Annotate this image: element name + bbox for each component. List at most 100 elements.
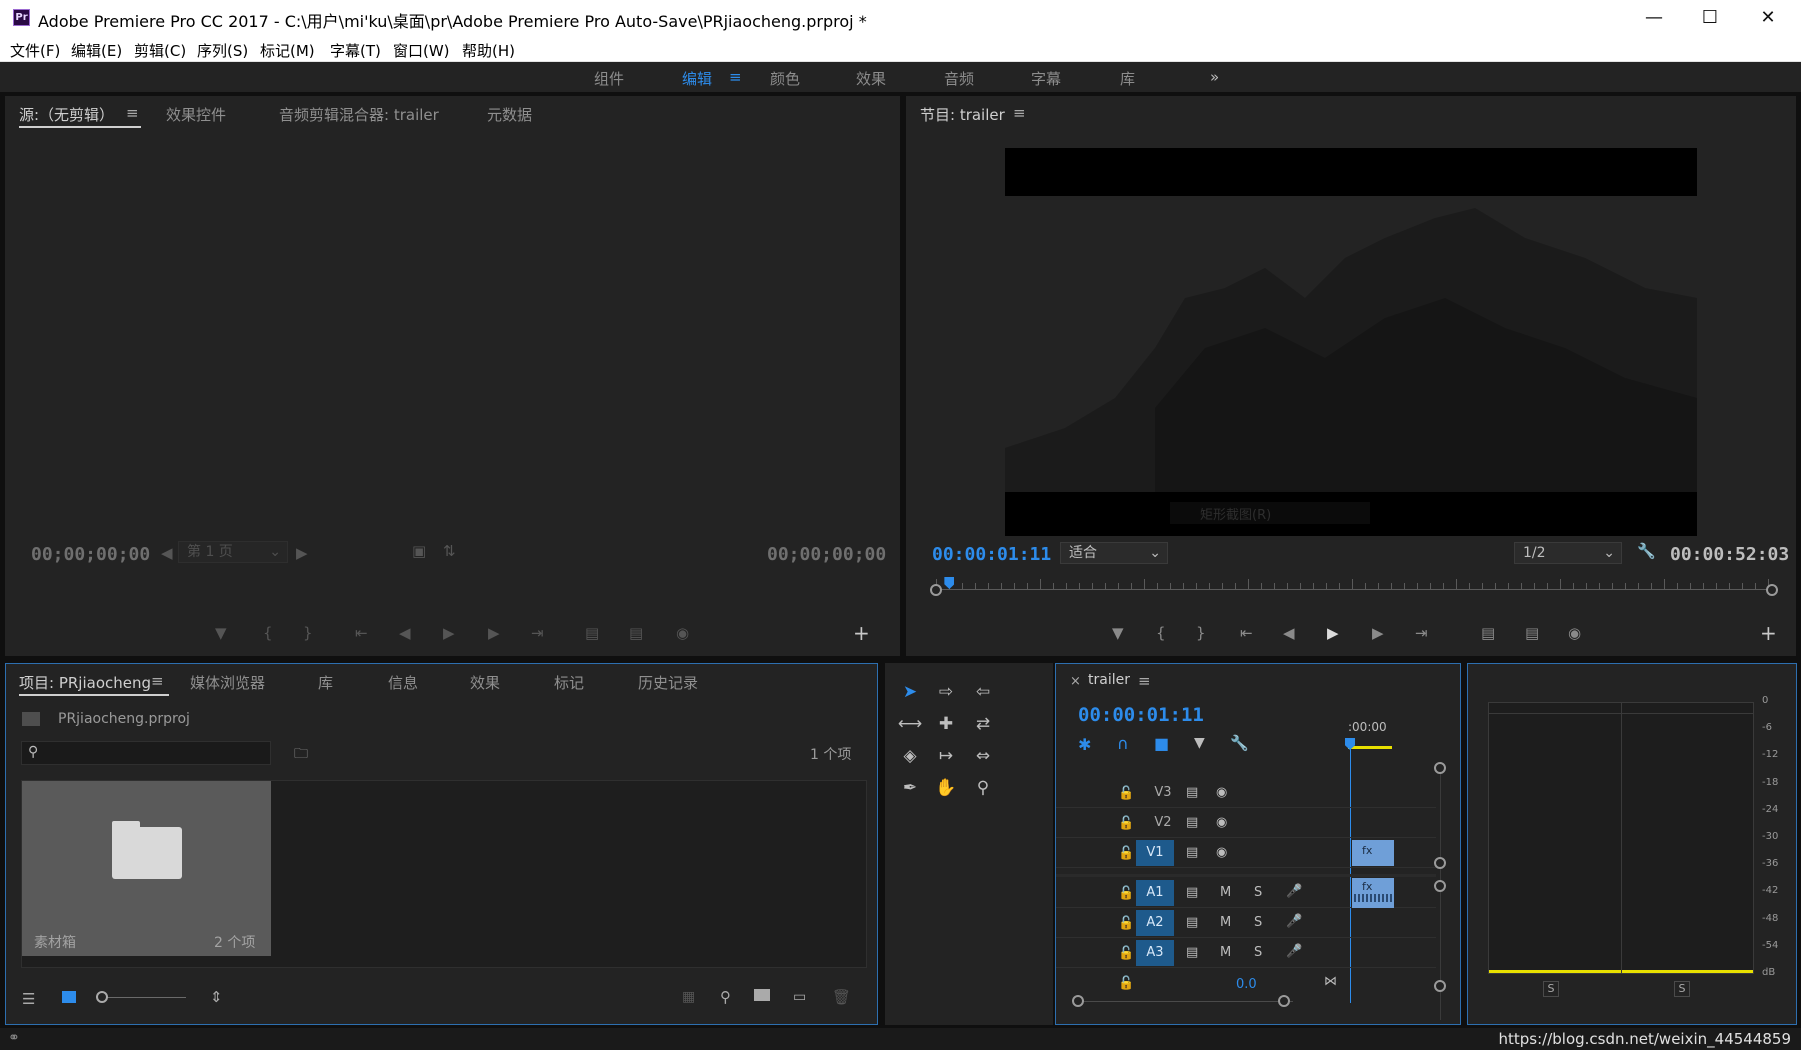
play-icon[interactable]: ▶ xyxy=(1327,624,1339,642)
scroll-handle[interactable] xyxy=(1434,980,1446,992)
menu-clip[interactable]: 剪辑(C) xyxy=(134,40,186,61)
workspace-assembly[interactable]: 组件 xyxy=(594,68,624,89)
timeline-menu-icon[interactable]: ≡ xyxy=(1138,672,1151,690)
scroll-handle[interactable] xyxy=(1434,880,1446,892)
add-button-icon[interactable]: + xyxy=(853,621,870,645)
bin-thumbnail[interactable]: 素材箱 2 个项 xyxy=(22,781,271,956)
wrench-settings-icon[interactable]: 🔧 xyxy=(1637,542,1656,560)
snap-magnet-icon[interactable]: ∩ xyxy=(1117,734,1129,753)
tab-audio-clip-mixer[interactable]: 音频剪辑混合器: trailer xyxy=(279,104,439,125)
sync-lock-icon[interactable]: ▤ xyxy=(1186,915,1198,930)
program-panel-menu-icon[interactable]: ≡ xyxy=(1013,104,1026,122)
new-bin-icon[interactable] xyxy=(754,989,770,1001)
slip-tool-icon[interactable]: ↦ xyxy=(933,743,959,769)
timeline-horizontal-scroll[interactable] xyxy=(1078,1001,1293,1002)
workspace-color[interactable]: 颜色 xyxy=(770,68,800,89)
find-icon[interactable]: ⚲ xyxy=(720,988,731,1006)
workspace-editing[interactable]: 编辑 xyxy=(682,68,712,89)
project-panel-menu-icon[interactable]: ≡ xyxy=(151,672,164,690)
workspace-effects[interactable]: 效果 xyxy=(856,68,886,89)
solo-right-button[interactable]: S xyxy=(1674,981,1690,997)
microphone-icon[interactable]: 🎤 xyxy=(1286,914,1302,929)
workspace-titles[interactable]: 字幕 xyxy=(1031,68,1061,89)
page-prev-icon[interactable]: ◀ xyxy=(161,544,173,562)
solo-left-button[interactable]: S xyxy=(1543,981,1559,997)
new-item-icon[interactable]: ▭ xyxy=(793,989,806,1005)
workspace-libraries[interactable]: 库 xyxy=(1120,68,1135,89)
icon-view-icon[interactable] xyxy=(62,991,76,1003)
lock-icon[interactable]: 🔓 xyxy=(1118,816,1134,831)
nest-sequence-icon[interactable]: ✱ xyxy=(1078,735,1091,754)
microphone-icon[interactable]: 🎤 xyxy=(1286,884,1302,899)
timeline-ruler[interactable] xyxy=(1348,740,1423,749)
tab-media-browser[interactable]: 媒体浏览器 xyxy=(190,672,265,693)
pen-tool-icon[interactable]: ✒ xyxy=(897,775,923,801)
go-to-out-icon[interactable]: ⇥ xyxy=(531,624,544,642)
lock-icon[interactable]: 🔓 xyxy=(1118,786,1134,801)
solo-button[interactable]: S xyxy=(1254,885,1262,900)
master-volume-value[interactable]: 0.0 xyxy=(1236,977,1257,992)
scroll-handle[interactable] xyxy=(1434,762,1446,774)
menu-sequence[interactable]: 序列(S) xyxy=(197,40,248,61)
track-label-a1[interactable]: A1 xyxy=(1136,880,1174,906)
export-frame-icon[interactable]: ◉ xyxy=(1568,624,1581,642)
sync-lock-icon[interactable]: ▤ xyxy=(1186,785,1198,800)
go-to-end-icon[interactable]: ⋈ xyxy=(1324,974,1337,989)
minimize-icon[interactable]: — xyxy=(1626,0,1682,36)
scroll-handle[interactable] xyxy=(1434,857,1446,869)
page-next-icon[interactable]: ▶ xyxy=(296,544,308,562)
source-panel-menu-icon[interactable]: ≡ xyxy=(126,104,139,122)
sequence-tab[interactable]: trailer xyxy=(1088,672,1130,688)
add-marker-icon[interactable]: ▼ xyxy=(215,624,227,642)
sync-lock-icon[interactable]: ▤ xyxy=(1186,815,1198,830)
page-select[interactable]: 第 1 页 ⌄ xyxy=(178,541,288,563)
tab-history[interactable]: 历史记录 xyxy=(638,672,698,693)
track-label-v3[interactable]: V3 xyxy=(1144,780,1182,806)
maximize-icon[interactable]: ☐ xyxy=(1682,0,1738,36)
microphone-icon[interactable]: 🎤 xyxy=(1286,944,1302,959)
project-search-field[interactable]: ⚲ xyxy=(21,741,271,765)
rolling-edit-tool-icon[interactable]: ✚ xyxy=(933,711,959,737)
tab-markers[interactable]: 标记 xyxy=(554,672,584,693)
workspace-menu-icon[interactable]: ≡ xyxy=(729,68,742,86)
hand-tool-icon[interactable]: ✋ xyxy=(933,775,959,801)
mute-button[interactable]: M xyxy=(1220,945,1231,960)
program-panel-title[interactable]: 节目: trailer xyxy=(920,104,1005,125)
add-marker-icon[interactable]: ▼ xyxy=(1194,735,1205,751)
tab-info[interactable]: 信息 xyxy=(388,672,418,693)
video-clip[interactable]: fx xyxy=(1352,840,1394,866)
audio-clip[interactable]: fx xyxy=(1352,878,1394,908)
export-frame-icon[interactable]: ◉ xyxy=(676,624,689,642)
menu-marker[interactable]: 标记(M) xyxy=(260,40,315,61)
track-select-forward-tool-icon[interactable]: ⇨ xyxy=(933,679,959,705)
workspace-audio[interactable]: 音频 xyxy=(944,68,974,89)
zoom-handle-left[interactable] xyxy=(1072,995,1084,1007)
lock-icon[interactable]: 🔓 xyxy=(1118,916,1134,931)
menu-help[interactable]: 帮助(H) xyxy=(462,40,515,61)
zoom-fit-select[interactable]: 适合 ⌄ xyxy=(1060,542,1168,564)
project-search-input[interactable] xyxy=(48,744,266,762)
insert-icon[interactable]: ⇅ xyxy=(443,542,456,560)
automate-to-sequence-icon[interactable]: ▦ xyxy=(682,989,695,1005)
zoom-slider-thumb[interactable] xyxy=(96,991,108,1003)
menu-window[interactable]: 窗口(W) xyxy=(393,40,450,61)
add-button-icon[interactable]: + xyxy=(1760,621,1777,645)
tab-libraries[interactable]: 库 xyxy=(318,672,333,693)
menu-title[interactable]: 字幕(T) xyxy=(330,40,381,61)
menu-edit[interactable]: 编辑(E) xyxy=(71,40,122,61)
program-timecode[interactable]: 00:00:01:11 xyxy=(932,544,1051,565)
zoom-handle-right[interactable] xyxy=(1278,995,1290,1007)
mark-in-icon[interactable]: { xyxy=(1156,624,1166,642)
track-label-v2[interactable]: V2 xyxy=(1144,810,1182,836)
lock-icon[interactable]: 🔓 xyxy=(1118,946,1134,961)
tab-source[interactable]: 源:（无剪辑） xyxy=(19,104,114,125)
add-marker-icon[interactable]: ▼ xyxy=(1112,624,1124,642)
lock-icon[interactable]: 🔓 xyxy=(1118,976,1134,991)
list-view-icon[interactable]: ☰ xyxy=(22,990,35,1008)
timeline-timecode[interactable]: 00:00:01:11 xyxy=(1078,704,1204,726)
extract-icon[interactable]: ▤ xyxy=(1525,624,1539,642)
mark-in-icon[interactable]: { xyxy=(263,624,273,642)
slide-tool-icon[interactable]: ⇔ xyxy=(970,743,996,769)
linked-selection-icon[interactable]: ■ xyxy=(1154,734,1169,753)
eye-icon[interactable]: ◉ xyxy=(1216,785,1227,800)
